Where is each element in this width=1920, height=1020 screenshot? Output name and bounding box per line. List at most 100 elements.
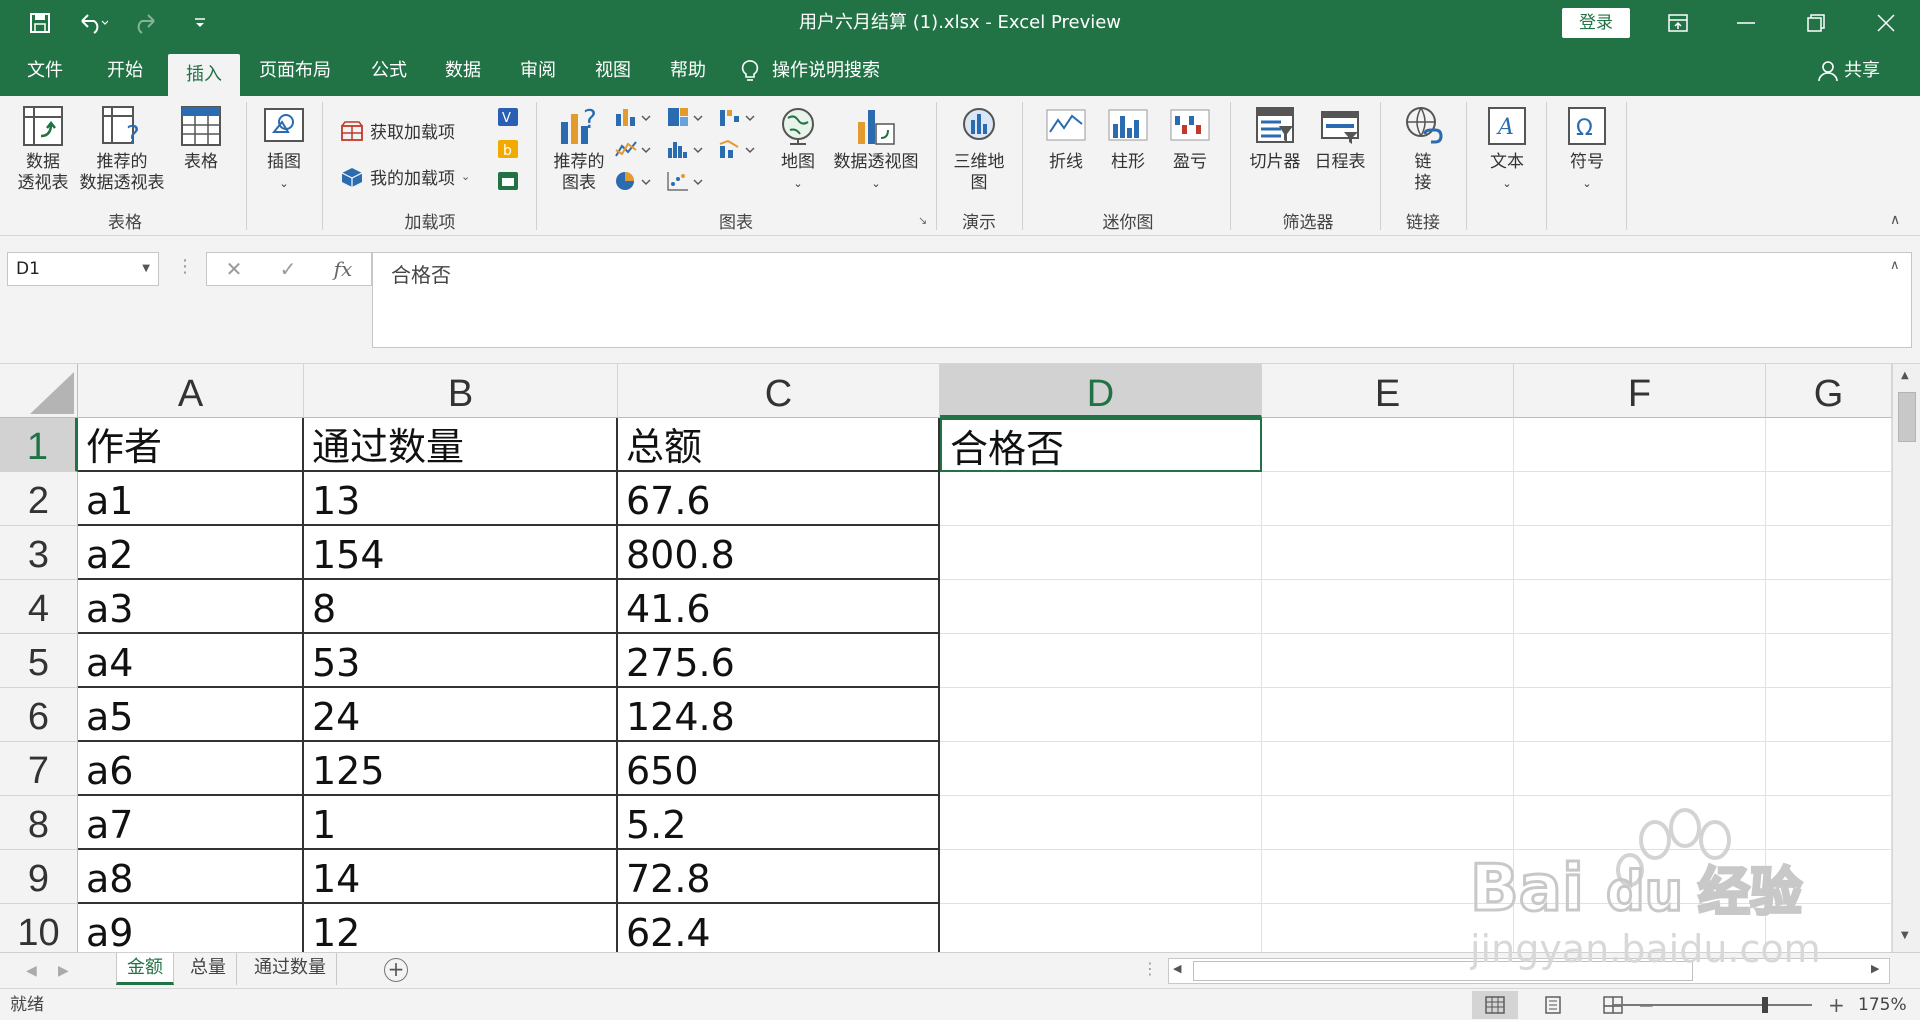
cell-b5[interactable]: 53: [304, 634, 618, 688]
cell-c7[interactable]: 650: [618, 742, 940, 796]
cell-b6[interactable]: 24: [304, 688, 618, 742]
horizontal-scrollbar[interactable]: ◀ ▶: [1168, 958, 1890, 984]
zoom-slider-handle[interactable]: [1762, 997, 1768, 1013]
cell-f6[interactable]: [1514, 688, 1766, 742]
waterfall-chart-icon[interactable]: [718, 106, 758, 128]
bing-icon[interactable]: b: [496, 138, 520, 160]
vertical-scrollbar[interactable]: ▲ ▼: [1892, 364, 1920, 952]
cell-g6[interactable]: [1766, 688, 1892, 742]
link-button[interactable]: 链 接: [1392, 104, 1454, 194]
cell-a9[interactable]: a8: [78, 850, 304, 904]
cell-d7[interactable]: [940, 742, 1262, 796]
cell-b8[interactable]: 1: [304, 796, 618, 850]
normal-view-button[interactable]: [1472, 991, 1518, 1019]
row-header-9[interactable]: 9: [0, 850, 78, 904]
cell-g3[interactable]: [1766, 526, 1892, 580]
cell-a4[interactable]: a3: [78, 580, 304, 634]
cell-f1[interactable]: [1514, 418, 1766, 472]
cell-a5[interactable]: a4: [78, 634, 304, 688]
tab-formulas[interactable]: 公式: [356, 46, 422, 96]
row-header-1[interactable]: 1: [0, 418, 78, 472]
visio-icon[interactable]: V: [496, 106, 520, 128]
row-header-8[interactable]: 8: [0, 796, 78, 850]
ribbon-display-icon[interactable]: [1648, 0, 1708, 46]
cell-c2[interactable]: 67.6: [618, 472, 940, 526]
my-addins-button[interactable]: 我的加载项 ⌄: [340, 164, 470, 189]
people-graph-icon[interactable]: [496, 170, 520, 192]
tab-help[interactable]: 帮助: [655, 46, 721, 96]
text-button[interactable]: A 文本 ⌄: [1476, 104, 1538, 194]
row-header-5[interactable]: 5: [0, 634, 78, 688]
cell-f5[interactable]: [1514, 634, 1766, 688]
map-chart-button[interactable]: 地图 ⌄: [770, 104, 826, 194]
cell-e7[interactable]: [1262, 742, 1514, 796]
sparkline-column-button[interactable]: 柱形: [1098, 104, 1158, 173]
recommended-pivot-button[interactable]: ? 推荐的 数据透视表: [76, 104, 168, 194]
cell-a10[interactable]: a9: [78, 904, 304, 952]
row-header-4[interactable]: 4: [0, 580, 78, 634]
row-header-6[interactable]: 6: [0, 688, 78, 742]
cell-f9[interactable]: [1514, 850, 1766, 904]
cell-d6[interactable]: [940, 688, 1262, 742]
close-icon[interactable]: [1856, 0, 1916, 46]
cell-f3[interactable]: [1514, 526, 1766, 580]
cell-d3[interactable]: [940, 526, 1262, 580]
timeline-button[interactable]: 日程表: [1308, 104, 1372, 173]
cell-d9[interactable]: [940, 850, 1262, 904]
worksheet-grid[interactable]: ABCDEFG 1 作者 通过数量 总额 合格否 2 a1 13 67.6 3 a2 154 800.8…: [0, 364, 1892, 952]
next-sheet-icon[interactable]: ▶: [58, 953, 69, 989]
tab-file[interactable]: 文件: [12, 46, 78, 96]
tab-page-layout[interactable]: 页面布局: [250, 46, 340, 96]
tab-home[interactable]: 开始: [92, 46, 158, 96]
cell-e5[interactable]: [1262, 634, 1514, 688]
cell-b9[interactable]: 14: [304, 850, 618, 904]
pivot-table-button[interactable]: 数据 透视表: [10, 104, 76, 194]
cell-c9[interactable]: 72.8: [618, 850, 940, 904]
cell-f2[interactable]: [1514, 472, 1766, 526]
cell-g4[interactable]: [1766, 580, 1892, 634]
cell-b3[interactable]: 154: [304, 526, 618, 580]
name-box[interactable]: D1 ▼: [7, 252, 159, 286]
combo-chart-icon[interactable]: [718, 138, 758, 160]
minimize-icon[interactable]: [1716, 0, 1776, 46]
pie-chart-icon[interactable]: [614, 170, 654, 192]
cell-g9[interactable]: [1766, 850, 1892, 904]
prev-sheet-icon[interactable]: ◀: [26, 953, 37, 989]
scroll-right-icon[interactable]: ▶: [1871, 962, 1879, 975]
recommended-charts-button[interactable]: ? 推荐的 图表: [546, 104, 612, 194]
cell-b4[interactable]: 8: [304, 580, 618, 634]
formula-input[interactable]: 合格否: [372, 252, 1912, 348]
cell-d2[interactable]: [940, 472, 1262, 526]
cell-a8[interactable]: a7: [78, 796, 304, 850]
undo-icon[interactable]: [70, 0, 116, 46]
cell-b1[interactable]: 通过数量: [304, 418, 618, 472]
cell-c10[interactable]: 62.4: [618, 904, 940, 952]
cell-b2[interactable]: 13: [304, 472, 618, 526]
enter-icon[interactable]: ✓: [280, 257, 297, 281]
row-header-2[interactable]: 2: [0, 472, 78, 526]
cell-e10[interactable]: [1262, 904, 1514, 952]
cell-e6[interactable]: [1262, 688, 1514, 742]
restore-icon[interactable]: [1786, 0, 1846, 46]
collapse-ribbon-icon[interactable]: ∧: [1890, 212, 1900, 228]
3d-map-button[interactable]: 三维地 图: [946, 104, 1012, 194]
cell-c3[interactable]: 800.8: [618, 526, 940, 580]
cell-e3[interactable]: [1262, 526, 1514, 580]
sheet-tab-amount[interactable]: 金额: [116, 953, 174, 985]
column-header-b[interactable]: B: [304, 364, 618, 418]
insert-function-icon[interactable]: fx: [334, 257, 353, 281]
cell-c4[interactable]: 41.6: [618, 580, 940, 634]
hierarchy-chart-icon[interactable]: [666, 106, 706, 128]
cell-b10[interactable]: 12: [304, 904, 618, 952]
cell-c6[interactable]: 124.8: [618, 688, 940, 742]
column-header-g[interactable]: G: [1766, 364, 1892, 418]
cell-c1[interactable]: 总额: [618, 418, 940, 472]
tab-insert[interactable]: 插入: [168, 54, 240, 96]
cell-a2[interactable]: a1: [78, 472, 304, 526]
sparkline-winloss-button[interactable]: 盈亏: [1160, 104, 1220, 173]
cell-f4[interactable]: [1514, 580, 1766, 634]
horizontal-scroll-thumb[interactable]: [1193, 961, 1693, 981]
cell-f7[interactable]: [1514, 742, 1766, 796]
cell-f10[interactable]: [1514, 904, 1766, 952]
row-header-7[interactable]: 7: [0, 742, 78, 796]
